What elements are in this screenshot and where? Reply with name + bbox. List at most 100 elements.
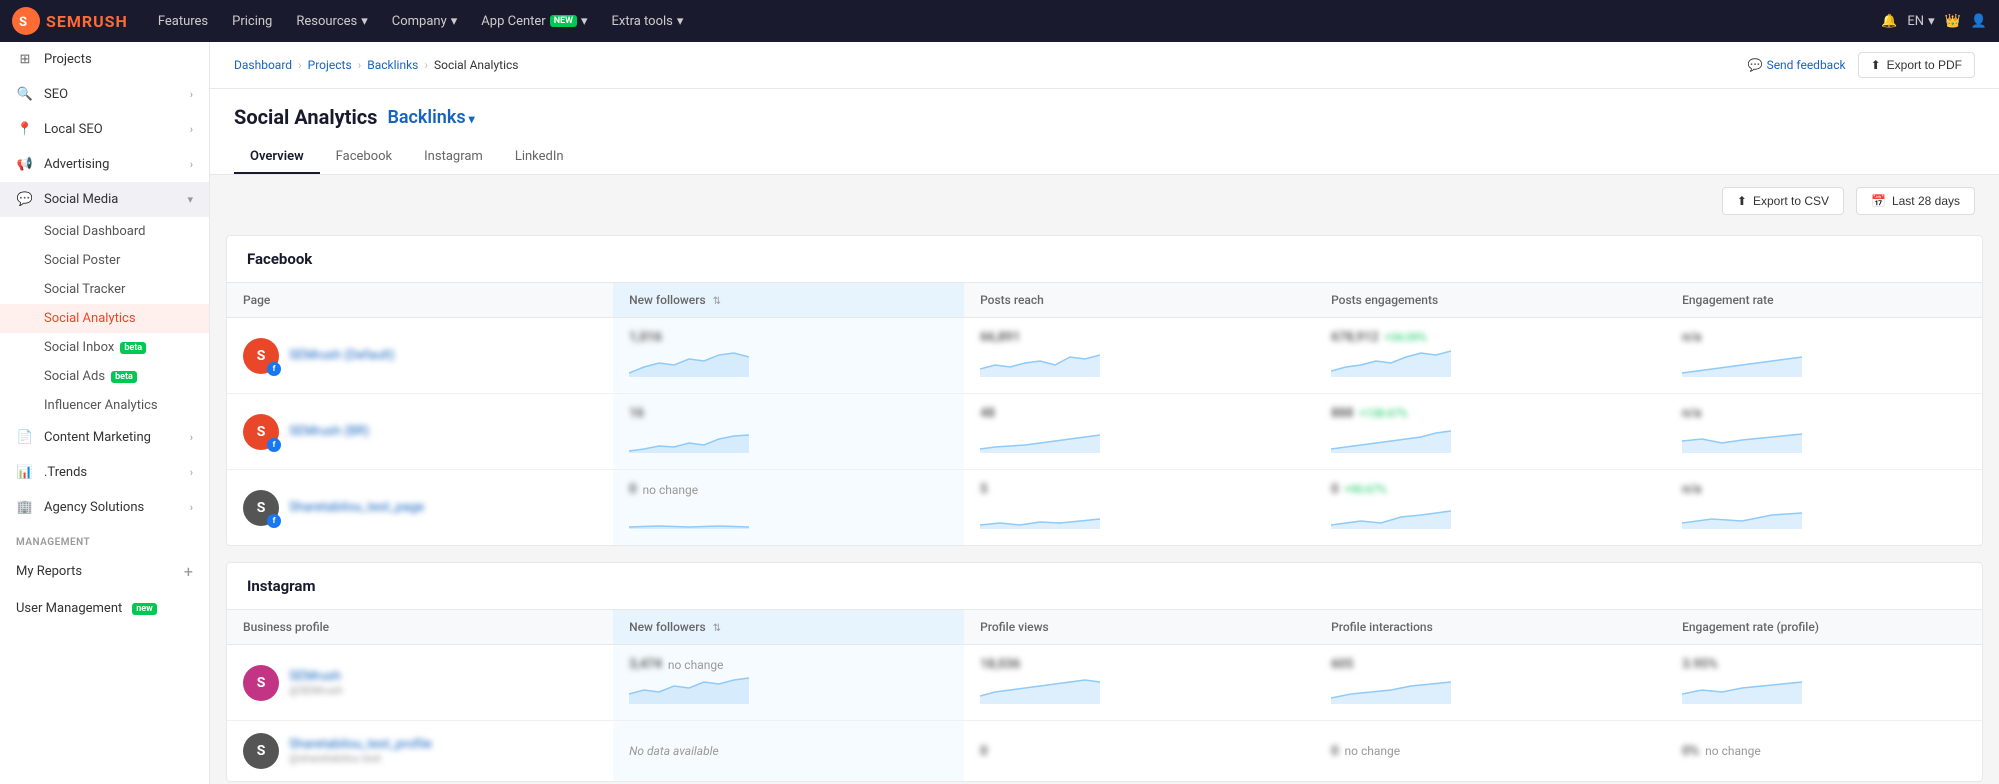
ig-profile-handle-2: @sharetabilou.test bbox=[289, 752, 432, 765]
notification-bell[interactable]: 🔔 bbox=[1881, 14, 1897, 29]
nav-extra-tools[interactable]: Extra tools ▾ bbox=[600, 0, 696, 42]
my-reports-add[interactable]: + bbox=[184, 562, 193, 581]
page-name-2[interactable]: SEMrush (BR) bbox=[289, 424, 369, 439]
instagram-table-header: Business profile New followers ⇅ Profile… bbox=[227, 610, 1982, 645]
ig-profile-name-2[interactable]: Sharetabilou_test_profile bbox=[289, 737, 432, 752]
page-name-1[interactable]: SEMrush (Default) bbox=[289, 348, 395, 363]
sidebar: ⊞ Projects 🔍 SEO › 📍 Local SEO › 📢 Adver… bbox=[0, 42, 210, 784]
breadcrumb-backlinks[interactable]: Backlinks bbox=[367, 58, 418, 72]
instagram-table: Business profile New followers ⇅ Profile… bbox=[227, 610, 1982, 781]
nav-right: 🔔 EN ▾ 👑 👤 bbox=[1881, 14, 1987, 29]
fb-engage-val-1: 678,912 bbox=[1331, 330, 1379, 345]
breadcrumb-projects[interactable]: Projects bbox=[308, 58, 352, 72]
fb-reach-3: 5 bbox=[964, 470, 1315, 546]
fb-reach-2: 48 bbox=[964, 394, 1315, 470]
export-pdf-button[interactable]: ⬆ Export to PDF bbox=[1858, 52, 1975, 78]
th-ig-new-followers[interactable]: New followers ⇅ bbox=[613, 610, 964, 645]
sidebar-item-agency-solutions[interactable]: 🏢 Agency Solutions › bbox=[0, 490, 209, 525]
social-inbox-badge: beta bbox=[120, 342, 146, 354]
fb-followers-val-2: 16 bbox=[629, 406, 948, 421]
top-navigation: S SEMRUSH Features Pricing Resources ▾ C… bbox=[0, 0, 1999, 42]
export-pdf-icon: ⬆ bbox=[1871, 58, 1881, 72]
fb-followers-2: 16 bbox=[613, 394, 964, 470]
fb-followers-chart-2 bbox=[629, 421, 749, 453]
sidebar-sub-social-inbox[interactable]: Social Inbox beta bbox=[44, 333, 209, 362]
table-row: S f Sharetabilou_test_page 0 no change bbox=[227, 470, 1982, 546]
nav-pricing[interactable]: Pricing bbox=[220, 0, 284, 42]
toolbar: ⬆ Export to CSV 📅 Last 28 days bbox=[210, 175, 1999, 227]
sidebar-item-my-reports[interactable]: My Reports + bbox=[0, 552, 209, 591]
th-engagement-rate: Engagement rate bbox=[1666, 283, 1982, 318]
sidebar-sub-influencer-analytics[interactable]: Influencer Analytics bbox=[44, 391, 209, 420]
fb-followers-val-3: 0 bbox=[629, 482, 636, 497]
sidebar-item-projects[interactable]: ⊞ Projects bbox=[0, 42, 209, 77]
facebook-section-title: Facebook bbox=[227, 236, 1982, 283]
ig-views-1: 18,036 bbox=[964, 645, 1315, 721]
ig-sort-icon: ⇅ bbox=[713, 623, 721, 634]
breadcrumb: Dashboard › Projects › Backlinks › Socia… bbox=[234, 58, 518, 72]
nav-app-center[interactable]: App Center NEW ▾ bbox=[469, 0, 599, 42]
page-name-3[interactable]: Sharetabilou_test_page bbox=[289, 500, 424, 515]
trends-chevron: › bbox=[190, 466, 193, 479]
tab-overview[interactable]: Overview bbox=[234, 141, 320, 174]
crown-icon[interactable]: 👑 bbox=[1945, 14, 1961, 29]
send-feedback-link[interactable]: 💬 Send feedback bbox=[1748, 58, 1846, 72]
fb-rate-chart-3 bbox=[1682, 497, 1802, 529]
sidebar-item-user-management[interactable]: User Management new bbox=[0, 591, 209, 626]
tab-linkedin[interactable]: LinkedIn bbox=[499, 141, 580, 174]
fb-engage-chart-3 bbox=[1331, 497, 1451, 529]
fb-icon-1: f bbox=[267, 362, 281, 376]
feedback-icon: 💬 bbox=[1748, 58, 1763, 72]
logo[interactable]: S SEMRUSH bbox=[12, 7, 128, 35]
sidebar-item-advertising[interactable]: 📢 Advertising › bbox=[0, 147, 209, 182]
sidebar-sub-social-analytics[interactable]: Social Analytics bbox=[0, 304, 209, 333]
sidebar-sub-social-ads[interactable]: Social Ads beta bbox=[44, 362, 209, 391]
ig-interactions-2: 0 no change bbox=[1315, 721, 1666, 782]
ig-profile-cell-2: S Sharetabilou_test_profile @sharetabilo… bbox=[227, 721, 613, 782]
sidebar-item-content-marketing[interactable]: 📄 Content Marketing › bbox=[0, 420, 209, 455]
fb-reach-chart-1 bbox=[980, 345, 1100, 377]
social-media-submenu: Social Dashboard Social Poster Social Tr… bbox=[0, 217, 209, 420]
ig-views-chart-1 bbox=[980, 672, 1100, 704]
th-posts-engagements: Posts engagements bbox=[1315, 283, 1666, 318]
content-marketing-icon: 📄 bbox=[16, 430, 34, 445]
ig-avatar-2: S bbox=[243, 733, 279, 769]
nav-features[interactable]: Features bbox=[146, 0, 220, 42]
nav-resources[interactable]: Resources ▾ bbox=[284, 0, 379, 42]
fb-followers-chart-3 bbox=[629, 497, 749, 529]
date-range-button[interactable]: 📅 Last 28 days bbox=[1856, 187, 1975, 215]
sidebar-sub-social-tracker[interactable]: Social Tracker bbox=[44, 275, 209, 304]
nav-company[interactable]: Company ▾ bbox=[380, 0, 470, 42]
ig-avatar-1: S bbox=[243, 665, 279, 701]
user-menu[interactable]: 👤 bbox=[1971, 14, 1987, 29]
export-csv-button[interactable]: ⬆ Export to CSV bbox=[1722, 187, 1844, 215]
sidebar-sub-social-poster[interactable]: Social Poster bbox=[44, 246, 209, 275]
breadcrumb-dashboard[interactable]: Dashboard bbox=[234, 58, 292, 72]
social-media-icon: 💬 bbox=[16, 192, 34, 207]
tab-facebook[interactable]: Facebook bbox=[320, 141, 408, 174]
fb-rate-val-2: n/a bbox=[1682, 406, 1966, 421]
agency-chevron: › bbox=[190, 501, 193, 514]
language-selector[interactable]: EN ▾ bbox=[1907, 14, 1934, 29]
content-marketing-chevron: › bbox=[190, 431, 193, 444]
ig-rate-val-1: 3.95% bbox=[1682, 657, 1966, 672]
tab-instagram[interactable]: Instagram bbox=[408, 141, 499, 174]
sidebar-item-trends[interactable]: 📊 .Trends › bbox=[0, 455, 209, 490]
ig-rate-2: 0% no change bbox=[1666, 721, 1982, 782]
ig-followers-2: No data available bbox=[613, 721, 964, 782]
sidebar-item-seo[interactable]: 🔍 SEO › bbox=[0, 77, 209, 112]
fb-rate-3: n/a bbox=[1666, 470, 1982, 546]
sidebar-item-local-seo[interactable]: 📍 Local SEO › bbox=[0, 112, 209, 147]
ig-profile-name-1[interactable]: SEMrush bbox=[289, 669, 343, 684]
ig-followers-note-1: no change bbox=[668, 658, 724, 672]
table-row: S f SEMrush (Default) 1,016 bbox=[227, 318, 1982, 394]
export-csv-icon: ⬆ bbox=[1737, 194, 1747, 208]
sidebar-item-social-media[interactable]: 💬 Social Media ▾ bbox=[0, 182, 209, 217]
fb-rate-1: n/a bbox=[1666, 318, 1982, 394]
th-new-followers[interactable]: New followers ⇅ bbox=[613, 283, 964, 318]
ig-profile-handle-1: @SEMrush bbox=[289, 684, 343, 697]
sidebar-sub-social-dashboard[interactable]: Social Dashboard bbox=[44, 217, 209, 246]
project-selector[interactable]: Backlinks bbox=[387, 107, 474, 128]
fb-reach-val-2: 48 bbox=[980, 406, 1299, 421]
table-row: S Sharetabilou_test_profile @sharetabilo… bbox=[227, 721, 1982, 782]
